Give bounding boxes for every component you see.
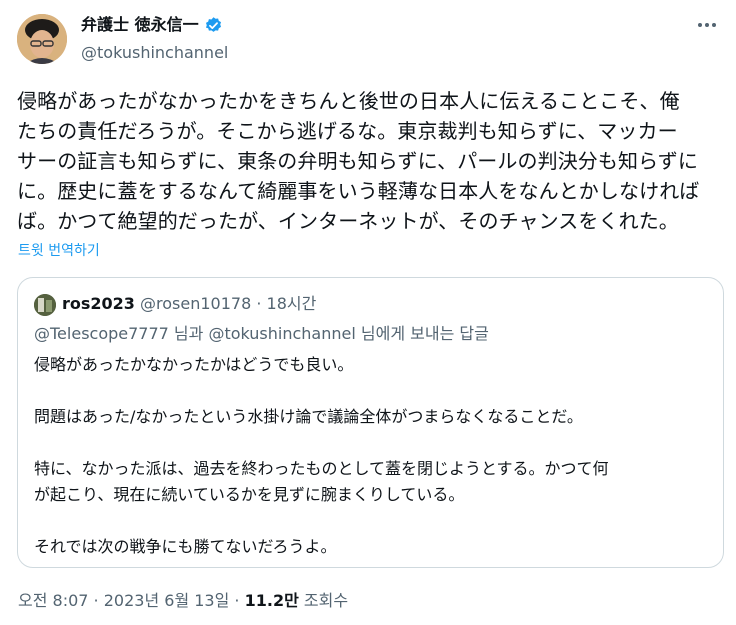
meta-separator-2: ·: [229, 591, 245, 610]
quoted-tweet[interactable]: ros2023 @rosen10178 · 18시간 @Telescope777…: [17, 277, 724, 568]
quoted-author-avatar[interactable]: [34, 294, 56, 316]
views-label: 조회수: [298, 591, 349, 610]
reply-to-text-2: 님에게 보내는 답글: [355, 324, 489, 343]
quoted-header: ros2023 @rosen10178 · 18시간: [62, 292, 316, 316]
quoted-body-text: 侵略があったかなかったかはどうでも良い。 問題はあった/なかったという水掛け論で…: [34, 355, 609, 556]
reply-to-text-1: 님과: [168, 324, 209, 343]
author-display-name[interactable]: 弁護士 徳永信一: [81, 14, 199, 36]
tweet-date[interactable]: 2023년 6월 13일: [104, 591, 230, 610]
author-info: 弁護士 徳永信一 @tokushinchannel: [81, 14, 228, 64]
verified-badge-icon[interactable]: [204, 16, 223, 35]
reply-mention-telescope[interactable]: @Telescope7777: [34, 324, 169, 343]
meta-separator-1: ·: [88, 591, 104, 610]
tweet-text: 侵略があったがなかったかをきちんと後世の日本人に伝えることこそ、俺 たちの責任だ…: [17, 89, 700, 233]
views-count: 11.2만: [244, 591, 299, 610]
reply-to-line: @Telescope7777 님과 @tokushinchannel 님에게 보…: [34, 322, 489, 346]
tweet-time[interactable]: 오전 8:07: [18, 591, 88, 610]
quoted-timestamp[interactable]: 18시간: [267, 294, 317, 313]
more-options-icon[interactable]: [696, 14, 718, 36]
author-handle[interactable]: @tokushinchannel: [81, 42, 228, 64]
tweet-meta: 오전 8:07 · 2023년 6월 13일 · 11.2만 조회수: [18, 590, 348, 612]
reply-mention-tokushin[interactable]: @tokushinchannel: [208, 324, 355, 343]
quoted-handle[interactable]: @rosen10178: [140, 294, 251, 313]
translate-tweet-link[interactable]: 트윗 번역하기: [18, 240, 100, 260]
quoted-display-name[interactable]: ros2023: [62, 294, 135, 313]
quoted-separator: ·: [251, 294, 267, 313]
author-avatar[interactable]: [17, 14, 67, 64]
